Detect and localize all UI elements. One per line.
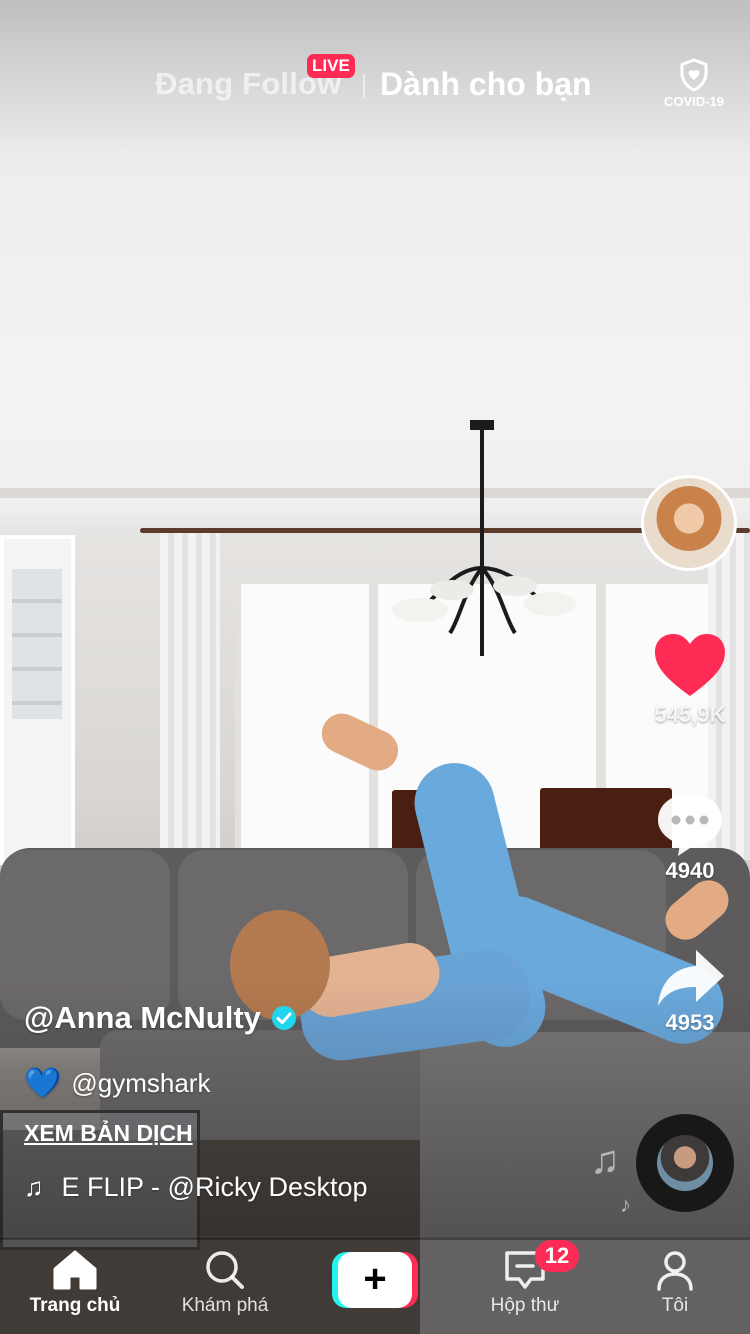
- live-badge[interactable]: LIVE: [307, 54, 355, 78]
- music-cover: [657, 1135, 713, 1191]
- caption-mention[interactable]: @gymshark: [71, 1068, 210, 1099]
- search-icon: [206, 1251, 244, 1289]
- nav-inbox-label: Hộp thư: [490, 1295, 560, 1316]
- nav-me-label: Tôi: [661, 1295, 689, 1316]
- music-ticker[interactable]: ♫ E FLIP - @Ricky Desktop: [24, 1172, 368, 1203]
- like-count: 545,9K: [654, 702, 726, 727]
- video-caption: 💙 @gymshark: [24, 1066, 210, 1101]
- covid-label: COVID-19: [664, 94, 724, 109]
- share-count: 4953: [665, 1010, 715, 1035]
- like-button[interactable]: 545,9K: [640, 632, 740, 728]
- share-button[interactable]: 4953: [640, 946, 740, 1036]
- nav-me[interactable]: Tôi: [615, 1249, 735, 1317]
- comment-count: 4940: [665, 858, 715, 883]
- scene-curtain: [160, 530, 220, 860]
- comment-icon: [658, 794, 722, 856]
- nav-home[interactable]: Trang chủ: [15, 1249, 135, 1317]
- covid-button[interactable]: COVID-19: [656, 58, 732, 109]
- music-title: E FLIP - @Ricky Desktop: [61, 1172, 368, 1202]
- music-disc-button[interactable]: [636, 1114, 734, 1212]
- feed-tabs: Đang Follow LIVE Dành cho bạn: [0, 54, 750, 112]
- scene-ceiling: [0, 488, 750, 498]
- home-icon: [53, 1250, 97, 1290]
- profile-icon: [657, 1251, 693, 1291]
- share-arrow-icon: [658, 950, 724, 1006]
- plus-icon: +: [338, 1252, 412, 1308]
- nav-explore-label: Khám phá: [181, 1295, 269, 1316]
- author-avatar[interactable]: [641, 475, 737, 571]
- shield-heart-icon: [680, 58, 708, 92]
- music-note-icon: ♫: [590, 1138, 620, 1182]
- comment-button[interactable]: 4940: [640, 790, 740, 884]
- see-translation-link[interactable]: XEM BẢN DỊCH: [24, 1120, 193, 1147]
- music-note-icon: ♫: [24, 1172, 44, 1202]
- music-note-icon: ♪: [620, 1192, 631, 1217]
- blue-heart-icon: 💙: [24, 1067, 62, 1100]
- nav-home-label: Trang chủ: [29, 1295, 121, 1316]
- author-name: @Anna McNulty: [24, 1000, 261, 1035]
- scene-chandelier: [392, 420, 576, 656]
- tab-divider: [363, 74, 365, 98]
- inbox-unread-badge: 12: [535, 1240, 579, 1272]
- create-video-button[interactable]: +: [332, 1252, 418, 1308]
- nav-explore[interactable]: Khám phá: [165, 1249, 285, 1317]
- heart-icon: [655, 634, 725, 696]
- author-handle[interactable]: @Anna McNulty: [24, 1000, 297, 1036]
- verified-badge-icon: [271, 1006, 296, 1030]
- scene-cabinet: [0, 535, 75, 865]
- tab-for-you[interactable]: Dành cho bạn: [380, 66, 592, 103]
